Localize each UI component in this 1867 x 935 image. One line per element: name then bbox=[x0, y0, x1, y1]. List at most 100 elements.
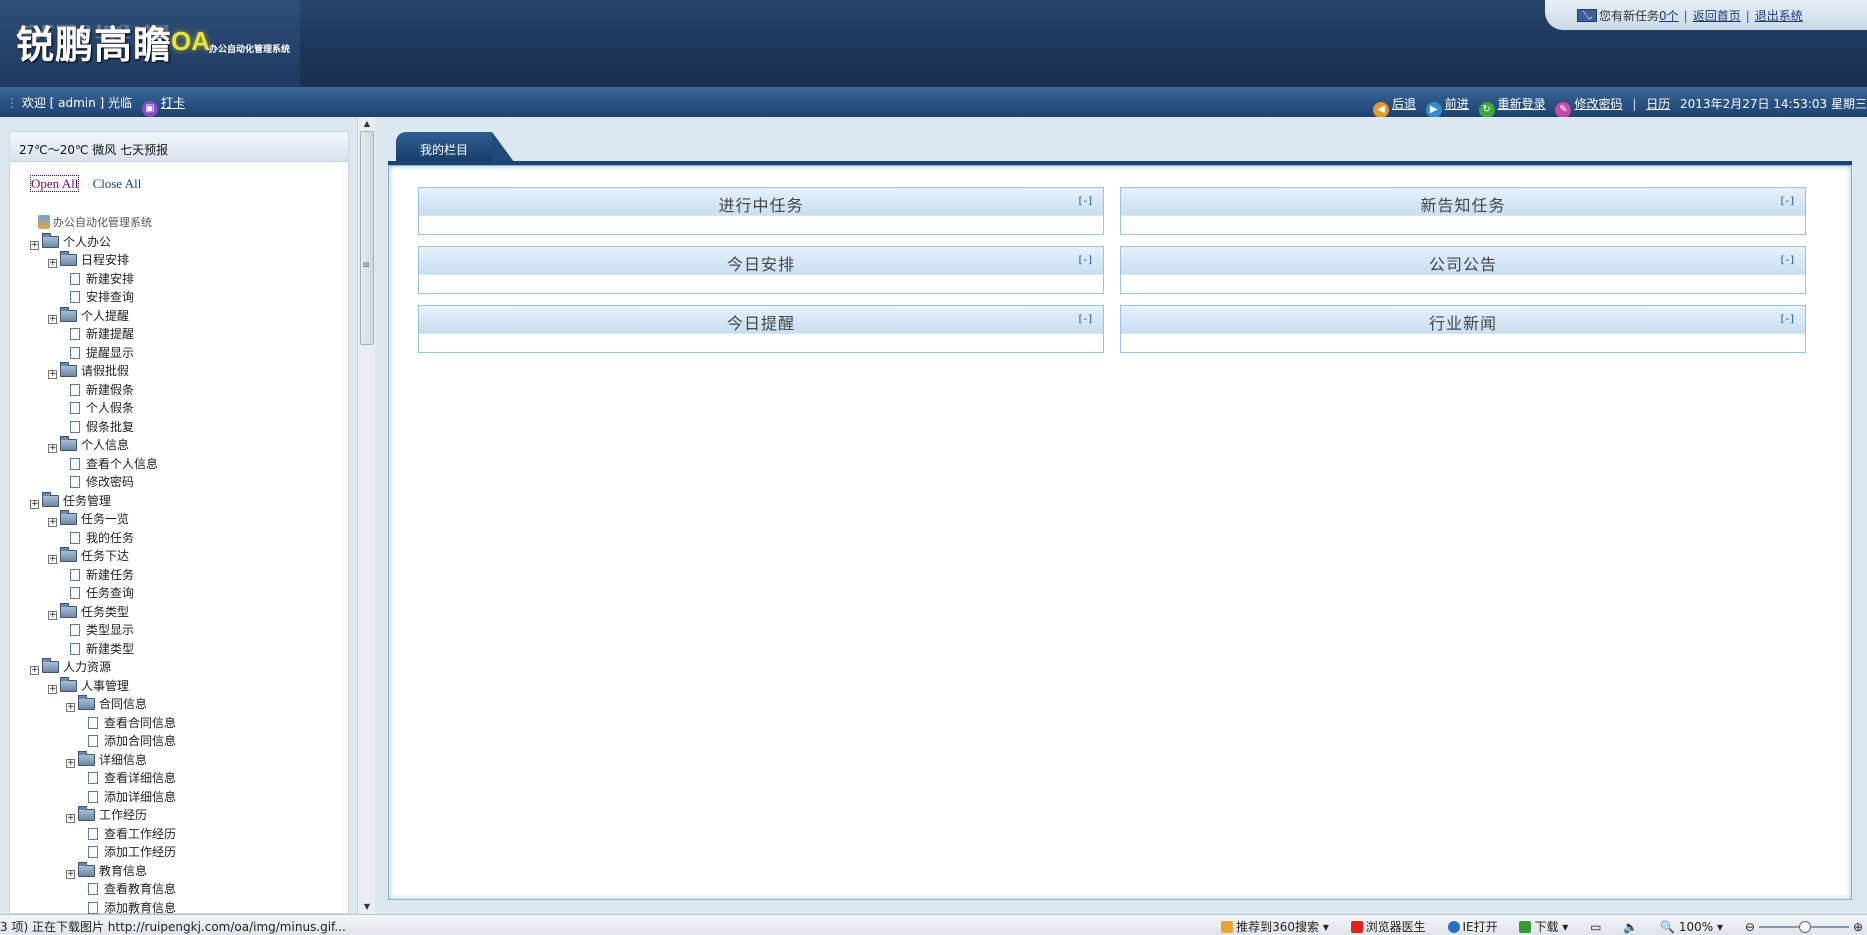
folder-icon bbox=[60, 602, 77, 618]
tree-leaf[interactable]: 查看工作经历 bbox=[30, 825, 350, 844]
expand-toggle-icon[interactable]: + bbox=[48, 610, 57, 620]
tree-leaf[interactable]: 添加合同信息 bbox=[30, 732, 350, 751]
logo-subtitle: 办公自动化管理系统 bbox=[209, 45, 291, 55]
tree-leaf[interactable]: 任务查询 bbox=[30, 584, 350, 603]
exit-link[interactable]: 退出系统 bbox=[1755, 9, 1803, 23]
tree-leaf[interactable]: 新建安排 bbox=[30, 270, 350, 289]
expand-toggle-icon[interactable]: + bbox=[48, 518, 57, 527]
volume-icon[interactable]: 🔈 bbox=[1623, 920, 1638, 934]
tree-leaf[interactable]: 假条批复 bbox=[30, 418, 350, 437]
tree-leaf[interactable]: 新建提醒 bbox=[30, 325, 350, 344]
box-industry-news: 行业新闻 [-] bbox=[1120, 305, 1806, 353]
tree-folder[interactable]: + 请假批假 bbox=[30, 362, 350, 381]
scroll-thumb[interactable] bbox=[360, 131, 374, 345]
expand-toggle-icon[interactable]: + bbox=[48, 444, 57, 453]
back-link[interactable]: 后退 bbox=[1392, 97, 1416, 111]
collapse-toggle[interactable]: [-] bbox=[1079, 255, 1093, 266]
tree-leaf[interactable]: 提醒显示 bbox=[30, 344, 350, 363]
tree-leaf[interactable]: 修改密码 bbox=[30, 473, 350, 492]
tree-leaf[interactable]: 新建假条 bbox=[30, 381, 350, 400]
page-icon bbox=[88, 790, 98, 803]
ie-open-button[interactable]: IE打开 bbox=[1447, 920, 1498, 934]
password-icon: ✎ bbox=[1555, 102, 1572, 118]
tree-folder[interactable]: + 个人信息 bbox=[30, 436, 350, 455]
tree-leaf[interactable]: 新建类型 bbox=[30, 640, 350, 659]
calendar-link[interactable]: 日历 bbox=[1646, 97, 1670, 111]
tree-leaf[interactable]: 我的任务 bbox=[30, 529, 350, 548]
window-icon[interactable]: ▭ bbox=[1590, 920, 1601, 934]
new-task-count-link[interactable]: 0个 bbox=[1659, 9, 1679, 23]
collapse-toggle[interactable]: [-] bbox=[1079, 196, 1093, 207]
collapse-toggle[interactable]: [-] bbox=[1781, 196, 1795, 207]
tree-folder[interactable]: + 日程安排 bbox=[30, 251, 350, 270]
splitter-grip[interactable]: ≡ bbox=[362, 260, 370, 271]
welcome-text: 欢迎 [ admin ] 光临 bbox=[21, 96, 133, 110]
tree-leaf[interactable]: 查看教育信息 bbox=[30, 880, 350, 899]
tree-root[interactable]: 办公自动化管理系统 bbox=[30, 214, 350, 233]
expand-toggle-icon[interactable]: + bbox=[30, 499, 39, 509]
tab-my-columns[interactable]: 我的栏目 bbox=[396, 132, 514, 162]
tree-folder[interactable]: + 任务类型 bbox=[30, 602, 350, 622]
expand-toggle-icon[interactable]: + bbox=[48, 314, 57, 324]
expand-toggle-icon[interactable]: + bbox=[66, 814, 75, 823]
expand-toggle-icon[interactable]: + bbox=[30, 240, 39, 250]
tree-leaf[interactable]: 查看合同信息 bbox=[30, 714, 350, 733]
folder-icon bbox=[42, 232, 59, 248]
tree-label: 添加详细信息 bbox=[104, 789, 177, 804]
tree-folder[interactable]: + 任务下达 bbox=[30, 547, 350, 566]
expand-toggle-icon[interactable]: + bbox=[48, 555, 57, 564]
tree-folder[interactable]: + 人事管理 bbox=[30, 676, 350, 696]
tree-folder[interactable]: + 个人提醒 bbox=[30, 306, 350, 326]
tree-leaf[interactable]: 查看个人信息 bbox=[30, 455, 350, 474]
tree-leaf[interactable]: 个人假条 bbox=[30, 399, 350, 418]
scroll-down-arrow[interactable]: ▼ bbox=[362, 902, 372, 912]
tree-leaf[interactable]: 安排查询 bbox=[30, 288, 350, 307]
collapse-toggle[interactable]: [-] bbox=[1781, 314, 1795, 325]
zoom-control[interactable]: 🔍 100% ▾ bbox=[1660, 920, 1723, 934]
tree-folder[interactable]: + 个人办公 bbox=[30, 232, 350, 252]
doctor-icon bbox=[1350, 921, 1363, 933]
forward-link[interactable]: 前进 bbox=[1445, 97, 1469, 111]
collapse-toggle[interactable]: [-] bbox=[1781, 255, 1795, 266]
expand-toggle-icon[interactable]: + bbox=[48, 370, 57, 379]
tree-leaf[interactable]: 查看详细信息 bbox=[30, 769, 350, 788]
zoom-in-button[interactable]: ⊕ bbox=[1853, 920, 1863, 934]
change-password-link[interactable]: 修改密码 bbox=[1574, 97, 1622, 111]
home-link[interactable]: 返回首页 bbox=[1693, 9, 1741, 23]
page-icon bbox=[88, 827, 98, 840]
expand-toggle-icon[interactable]: + bbox=[48, 259, 57, 268]
recommend-360-button[interactable]: 推荐到360搜索 ▾ bbox=[1221, 920, 1329, 934]
tree-label: 新建提醒 bbox=[86, 327, 135, 341]
tree-folder[interactable]: + 工作经历 bbox=[30, 806, 350, 825]
tree-label: 查看工作经历 bbox=[104, 826, 177, 841]
tree-folder[interactable]: + 教育信息 bbox=[30, 861, 350, 881]
expand-toggle-icon[interactable]: + bbox=[66, 869, 75, 879]
tree-folder[interactable]: + 详细信息 bbox=[30, 750, 350, 770]
scroll-up-arrow[interactable]: ▲ bbox=[362, 119, 372, 129]
download-button[interactable]: 下载 ▾ bbox=[1519, 920, 1568, 934]
collapse-toggle[interactable]: [-] bbox=[1079, 314, 1093, 325]
expand-toggle-icon[interactable]: + bbox=[66, 703, 75, 712]
tree-folder[interactable]: + 合同信息 bbox=[30, 695, 350, 714]
tree-folder[interactable]: + 任务管理 bbox=[30, 491, 350, 511]
toolbar: ⋮ 欢迎 [ admin ] 光临 ▣ 打卡 ◀ 后退 ▶ 前进 ↻ 重新登录 ✎ 修改密… bbox=[0, 87, 1867, 118]
tree-leaf[interactable]: 添加详细信息 bbox=[30, 788, 350, 807]
open-all-link[interactable]: Open All bbox=[30, 175, 80, 192]
expand-toggle-icon[interactable]: + bbox=[66, 758, 75, 768]
tree-leaf[interactable]: 类型显示 bbox=[30, 621, 350, 640]
tree-label: 添加工作经历 bbox=[104, 845, 177, 859]
zoom-slider[interactable] bbox=[1758, 921, 1849, 933]
tree-leaf[interactable]: 新建任务 bbox=[30, 566, 350, 585]
tree-leaf[interactable]: 添加工作经历 bbox=[30, 843, 350, 862]
close-all-link[interactable]: Close All bbox=[93, 176, 142, 191]
punch-card-link[interactable]: 打卡 bbox=[161, 96, 185, 110]
tree-label: 工作经历 bbox=[99, 808, 148, 822]
sidebar-scrollbar[interactable]: ▲ ≡ ▼ bbox=[357, 117, 375, 914]
browser-doctor-button[interactable]: 浏览器医生 bbox=[1350, 920, 1426, 934]
expand-toggle-icon[interactable]: + bbox=[30, 666, 39, 675]
zoom-out-button[interactable]: ⊖ bbox=[1745, 920, 1755, 934]
relogin-link[interactable]: 重新登录 bbox=[1498, 97, 1546, 111]
tree-folder[interactable]: + 任务一览 bbox=[30, 510, 350, 529]
expand-toggle-icon[interactable]: + bbox=[48, 684, 57, 694]
tree-folder[interactable]: + 人力资源 bbox=[30, 658, 350, 677]
